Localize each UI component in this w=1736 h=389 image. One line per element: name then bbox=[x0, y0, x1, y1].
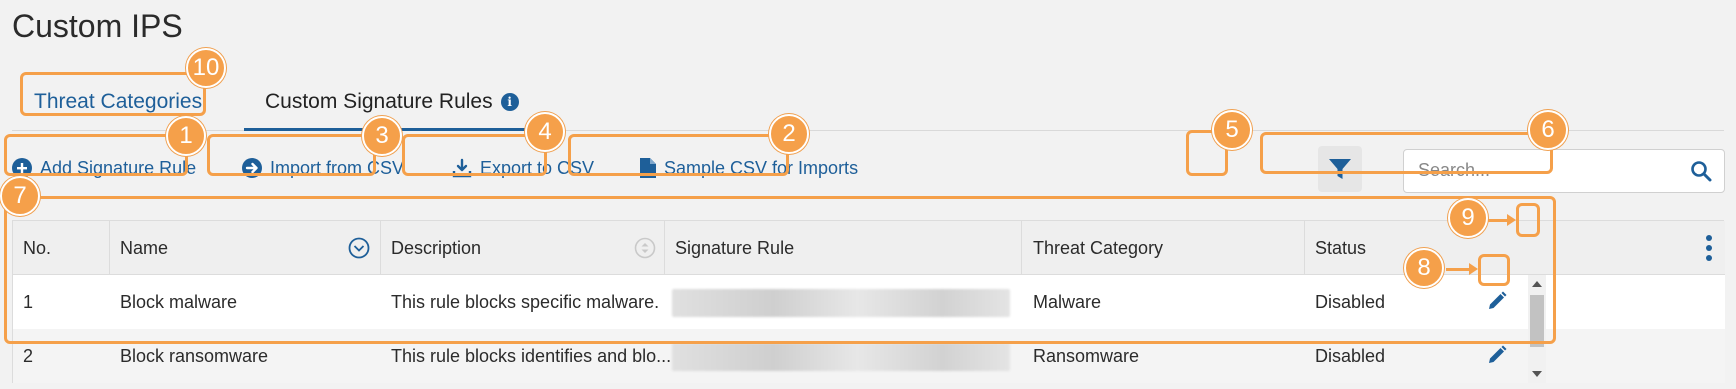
page-title: Custom IPS bbox=[12, 8, 183, 44]
cell-signature-rule-redacted bbox=[672, 289, 1010, 317]
column-divider bbox=[664, 221, 665, 275]
chevron-down-circle-icon[interactable] bbox=[348, 237, 370, 259]
cell-description: This rule blocks identifies and blo... bbox=[391, 345, 672, 366]
annotation-badge: 5 bbox=[1212, 110, 1252, 150]
cell-status: Disabled bbox=[1315, 345, 1386, 366]
cell-no: 1 bbox=[23, 291, 34, 312]
column-header-signature-rule[interactable]: Signature Rule bbox=[675, 221, 794, 275]
column-divider bbox=[1021, 221, 1022, 275]
cell-threat-category: Malware bbox=[1033, 291, 1102, 312]
plus-circle-icon bbox=[12, 158, 32, 178]
annotation-badge: 3 bbox=[362, 116, 402, 156]
sample-csv-label: Sample CSV for Imports bbox=[664, 157, 859, 178]
annotation-badge: 8 bbox=[1404, 248, 1444, 288]
info-icon[interactable]: i bbox=[500, 93, 519, 111]
sort-icon[interactable] bbox=[634, 237, 656, 259]
cell-signature-rule-redacted bbox=[672, 343, 1010, 371]
add-signature-rule-button[interactable]: Add Signature Rule bbox=[12, 150, 196, 186]
scroll-up-arrow-icon[interactable] bbox=[1532, 281, 1542, 287]
column-header-name[interactable]: Name bbox=[120, 221, 168, 275]
cell-description: This rule blocks specific malware. bbox=[391, 291, 660, 312]
column-header-status[interactable]: Status bbox=[1315, 221, 1366, 275]
annotation-badge: 4 bbox=[525, 112, 565, 152]
filter-icon bbox=[1329, 159, 1351, 179]
search-box bbox=[1403, 149, 1725, 193]
annotation-arrow bbox=[1488, 214, 1516, 226]
tab-custom-signature-rules[interactable]: Custom Signature Rules i bbox=[265, 90, 519, 114]
import-from-csv-label: Import from CSV bbox=[270, 157, 405, 178]
arrow-right-circle-icon bbox=[242, 158, 262, 178]
active-tab-indicator bbox=[244, 128, 559, 131]
search-input[interactable] bbox=[1416, 150, 1676, 190]
add-signature-rule-label: Add Signature Rule bbox=[40, 157, 197, 178]
annotation-badge: 1 bbox=[166, 116, 206, 156]
column-divider bbox=[380, 221, 381, 275]
table-row[interactable]: 2 Block ransomware This rule blocks iden… bbox=[13, 329, 1725, 383]
edit-icon[interactable] bbox=[1487, 345, 1507, 365]
cell-name: Block malware bbox=[120, 291, 238, 312]
edit-icon[interactable] bbox=[1487, 291, 1507, 311]
annotation-arrow bbox=[1446, 263, 1478, 275]
column-divider bbox=[109, 221, 110, 275]
scroll-thumb[interactable] bbox=[1530, 295, 1544, 347]
scroll-down-arrow-icon[interactable] bbox=[1532, 371, 1542, 377]
cell-threat-category: Ransomware bbox=[1033, 345, 1140, 366]
column-header-no[interactable]: No. bbox=[23, 221, 51, 275]
cell-name: Block ransomware bbox=[120, 345, 269, 366]
filter-button[interactable] bbox=[1318, 146, 1362, 192]
cell-status: Disabled bbox=[1315, 291, 1386, 312]
sample-csv-button[interactable]: Sample CSV for Imports bbox=[640, 150, 858, 186]
signature-rules-table: No. Name Description Signature Rule Thre… bbox=[12, 220, 1725, 383]
document-icon bbox=[640, 158, 656, 178]
tab-threat-categories[interactable]: Threat Categories bbox=[34, 90, 202, 114]
search-icon[interactable] bbox=[1690, 160, 1712, 182]
annotation-badge: 6 bbox=[1528, 110, 1568, 150]
export-to-csv-label: Export to CSV bbox=[480, 157, 595, 178]
column-divider bbox=[1304, 221, 1305, 275]
tab-label: Threat Categories bbox=[34, 90, 203, 113]
annotation-badge: 9 bbox=[1448, 198, 1488, 238]
annotation-badge: 2 bbox=[769, 114, 809, 154]
vertical-scrollbar[interactable] bbox=[1528, 275, 1546, 383]
tab-label: Custom Signature Rules bbox=[265, 90, 493, 113]
column-header-description[interactable]: Description bbox=[391, 221, 481, 275]
export-to-csv-button[interactable]: Export to CSV bbox=[452, 150, 594, 186]
kebab-menu-icon[interactable] bbox=[1703, 235, 1715, 261]
annotation-badge: 7 bbox=[0, 176, 40, 216]
cell-no: 2 bbox=[23, 345, 34, 366]
table-row[interactable]: 1 Block malware This rule blocks specifi… bbox=[13, 275, 1725, 329]
column-header-threat-category[interactable]: Threat Category bbox=[1033, 221, 1163, 275]
download-icon bbox=[452, 158, 472, 178]
annotation-badge: 10 bbox=[186, 48, 226, 88]
